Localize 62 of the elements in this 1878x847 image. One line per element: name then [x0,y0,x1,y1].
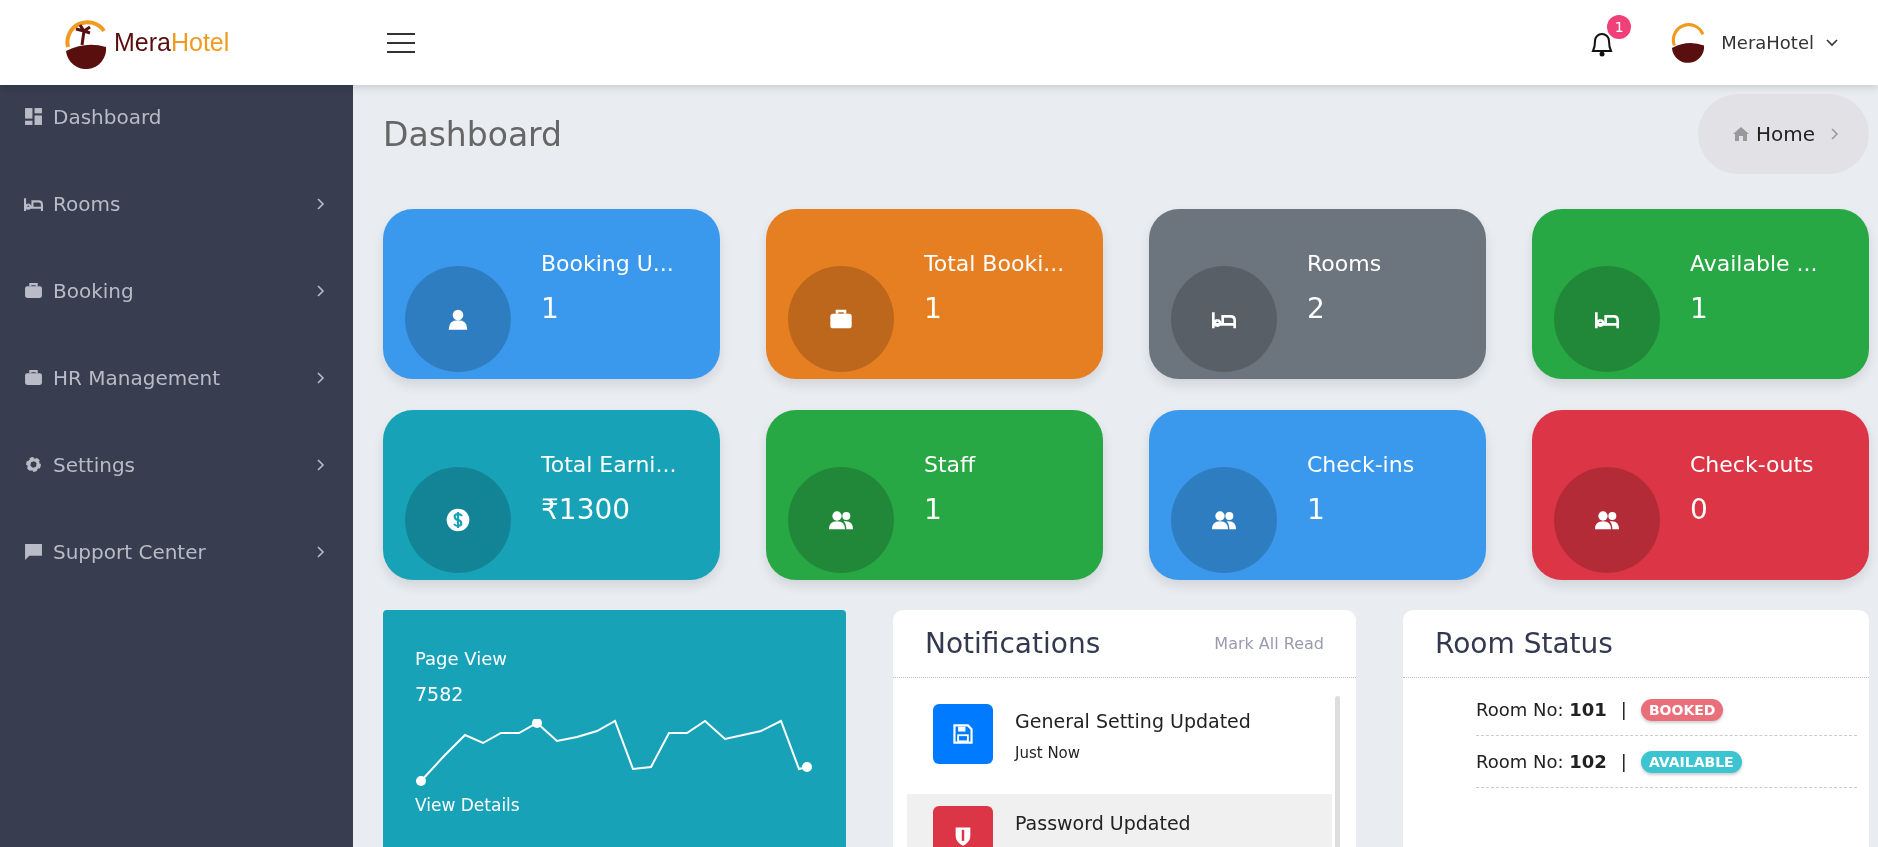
stat-value: 1 [1690,292,1709,325]
panel-title: Notifications [925,627,1101,660]
sidebar-item[interactable]: HR Management [0,349,353,406]
separator: | [1620,751,1627,772]
chevron-right-icon [1831,128,1839,140]
users-icon [1595,508,1619,532]
stat-label: Total Earni... [541,452,677,477]
page-title: Dashboard [383,114,563,154]
card-title: Page View [415,648,508,669]
stat-value: 1 [924,292,943,325]
breadcrumb-link[interactable]: Home [1755,122,1815,146]
notification-time: Just Now [1015,744,1082,762]
view-details-link[interactable]: View Details [415,795,520,815]
dollar-icon [446,508,470,532]
stat-label: Staff [924,452,976,477]
chat-icon [24,542,43,561]
status-badge: AVAILABLE [1640,750,1742,773]
sidebar-item[interactable]: Dashboard [0,88,353,145]
sidebar-item[interactable]: Rooms [0,175,353,232]
stat-label: Check-outs [1690,452,1814,477]
stat-value: 1 [541,292,560,325]
settings-icon [24,455,43,474]
notification-item[interactable]: General Setting Updated Just Now [907,692,1332,794]
stat-value: 0 [1690,493,1709,526]
notification-title: General Setting Updated [1015,710,1251,732]
save-icon [952,723,974,745]
sidebar-item[interactable]: Support Center [0,523,353,580]
stat-label: Check-ins [1307,452,1415,477]
room-number: Room No: 101 [1476,699,1607,720]
sidebar-item[interactable]: Settings [0,436,353,493]
stat-value: 1 [1307,493,1326,526]
stat-label: Rooms [1307,251,1382,276]
notification-title: Password Updated [1015,812,1191,834]
sidebar-item[interactable]: Booking [0,262,353,319]
briefcase-icon [24,281,43,300]
stat-label: Available ... [1690,251,1818,276]
room-number: Room No: 102 [1476,751,1607,772]
panel-title: Room Status [1435,627,1613,660]
stat-label: Booking U... [541,251,674,276]
chevron-down-icon[interactable] [1826,38,1838,47]
user-icon [446,307,470,331]
sparkline-point [416,776,426,786]
user-name[interactable]: MeraHotel [1721,32,1814,53]
logo-text: MeraHotel [114,28,230,57]
stat-value: 2 [1307,292,1326,325]
page-view-count: 7582 [415,683,465,705]
stat-value: ₹1300 [541,493,632,526]
notification-badge: 1 [1607,14,1632,39]
sparkline-point [532,719,542,728]
separator: | [1620,699,1627,720]
status-badge: BOOKED [1640,698,1724,721]
briefcase-icon [829,307,853,331]
dashboard-icon [24,107,43,126]
notification-item[interactable]: Password Updated [907,794,1332,847]
menu-icon[interactable] [387,32,415,53]
users-icon [829,508,853,532]
sparkline-point [802,762,812,772]
stat-label: Total Booki... [924,251,1065,276]
stat-value: 1 [924,493,943,526]
users-icon [1212,508,1236,532]
briefcase-icon [24,368,43,387]
scrollbar[interactable] [1335,696,1340,847]
